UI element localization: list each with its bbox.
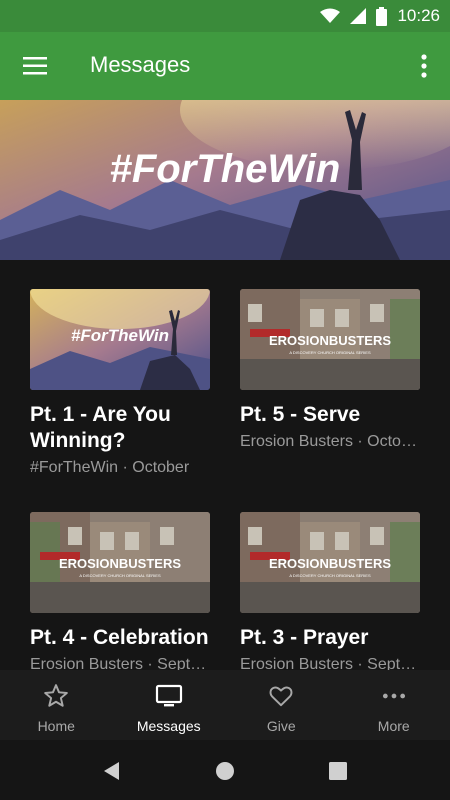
bottom-nav: Home Messages Give More xyxy=(0,670,450,740)
message-title: Pt. 1 - Are You Winning? xyxy=(30,403,171,452)
message-title: Pt. 3 - Prayer xyxy=(240,626,369,649)
cell-signal-icon xyxy=(350,8,367,24)
back-icon[interactable] xyxy=(101,760,123,782)
message-thumbnail: #ForTheWin xyxy=(30,289,210,390)
message-subtitle: Erosion Busters · September xyxy=(30,656,210,670)
message-subtitle: #ForTheWin · October xyxy=(30,459,190,476)
tv-icon xyxy=(155,682,183,710)
message-subtitle: Erosion Busters · October xyxy=(240,433,420,450)
message-thumbnail: EROSIONBUSTERS A DISCOVERY CHURCH ORIGIN… xyxy=(30,512,210,613)
svg-text:EROSIONBUSTERS: EROSIONBUSTERS xyxy=(269,556,391,571)
nav-label: More xyxy=(377,718,410,734)
svg-text:EROSIONBUSTERS: EROSIONBUSTERS xyxy=(59,556,181,571)
status-bar: 10:26 xyxy=(0,0,450,32)
nav-item-messages[interactable]: Messages xyxy=(113,670,226,740)
svg-text:A DISCOVERY CHURCH ORIGINAL SE: A DISCOVERY CHURCH ORIGINAL SERIES xyxy=(79,573,161,578)
nav-item-give[interactable]: Give xyxy=(225,670,338,740)
wifi-icon xyxy=(320,8,341,23)
app-bar: Messages xyxy=(0,32,450,100)
message-thumbnail: EROSIONBUSTERS A DISCOVERY CHURCH ORIGIN… xyxy=(240,512,420,613)
star-icon xyxy=(42,682,70,710)
messages-grid: #ForTheWin Pt. 1 - Are You Winning? #For… xyxy=(0,260,450,670)
message-subtitle: Erosion Busters · September xyxy=(240,656,420,670)
message-card[interactable]: EROSIONBUSTERS A DISCOVERY CHURCH ORIGIN… xyxy=(240,512,420,670)
message-title: Pt. 5 - Serve xyxy=(240,403,361,426)
banner-image: #ForTheWin xyxy=(0,100,450,260)
svg-text:#ForTheWin: #ForTheWin xyxy=(71,326,169,345)
message-card[interactable]: #ForTheWin Pt. 1 - Are You Winning? #For… xyxy=(30,289,210,477)
svg-text:A DISCOVERY CHURCH ORIGINAL SE: A DISCOVERY CHURCH ORIGINAL SERIES xyxy=(289,350,371,355)
message-thumbnail: EROSIONBUSTERS A DISCOVERY CHURCH ORIGIN… xyxy=(240,289,420,390)
home-circle-icon[interactable] xyxy=(214,760,236,782)
svg-text:A DISCOVERY CHURCH ORIGINAL SE: A DISCOVERY CHURCH ORIGINAL SERIES xyxy=(289,573,371,578)
recents-icon[interactable] xyxy=(327,760,349,782)
page-title: Messages xyxy=(90,52,191,77)
nav-label: Give xyxy=(266,718,296,734)
nav-label: Home xyxy=(37,718,75,734)
more-horizontal-icon xyxy=(380,682,408,710)
hamburger-menu-icon[interactable] xyxy=(23,54,47,78)
series-banner[interactable]: #ForTheWin xyxy=(0,100,450,260)
nav-item-home[interactable]: Home xyxy=(0,670,113,740)
heart-icon xyxy=(267,682,295,710)
nav-item-more[interactable]: More xyxy=(338,670,450,740)
svg-text:EROSIONBUSTERS: EROSIONBUSTERS xyxy=(269,333,391,348)
banner-title: #ForTheWin xyxy=(110,147,341,191)
status-time: 10:26 xyxy=(397,6,440,25)
battery-icon xyxy=(376,6,388,26)
message-card[interactable]: EROSIONBUSTERS A DISCOVERY CHURCH ORIGIN… xyxy=(240,289,420,451)
message-card[interactable]: EROSIONBUSTERS A DISCOVERY CHURCH ORIGIN… xyxy=(30,512,210,670)
overflow-menu-icon[interactable] xyxy=(420,54,428,78)
message-title: Pt. 4 - Celebration xyxy=(30,626,209,649)
system-nav-bar xyxy=(0,740,450,800)
nav-label: Messages xyxy=(136,718,201,734)
